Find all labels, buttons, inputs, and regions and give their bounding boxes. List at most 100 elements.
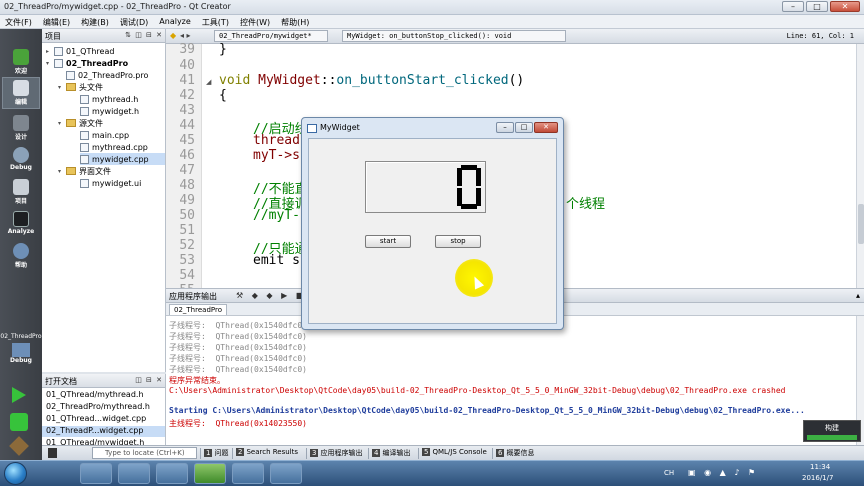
header-file-icon — [80, 106, 89, 116]
menu-edit[interactable]: 编辑(E) — [38, 15, 76, 28]
taskbar-app-icon[interactable] — [156, 463, 188, 484]
mywidget-maximize-button[interactable]: □ — [515, 122, 533, 133]
debug-run-icon[interactable] — [10, 413, 28, 431]
window-controls: – □ ✕ — [782, 1, 860, 12]
line-gutter: 39 40 41 42 43 44 45 46 47 48 49 50 51 5… — [166, 42, 202, 298]
mode-debug[interactable]: Debug — [2, 145, 40, 177]
code-line: } — [219, 42, 227, 57]
clock-date[interactable]: 2016/1/7 — [802, 474, 833, 482]
scrollbar-thumb[interactable] — [858, 204, 864, 244]
target-config: Debug — [10, 357, 32, 364]
tree-item[interactable]: ▾ 源文件 — [58, 117, 103, 129]
project-pane-header: 项目 ⇅ ◫ ⊟ ✕ — [42, 29, 165, 43]
open-document-item[interactable]: 02_ThreadP...widget.cpp — [42, 426, 165, 437]
cpp-file-icon — [80, 142, 89, 152]
menu-file[interactable]: 文件(F) — [0, 15, 38, 28]
window-icon — [307, 124, 317, 133]
tree-item[interactable]: 02_ThreadPro.pro — [66, 69, 148, 81]
build-progress-label: 构建 — [825, 424, 839, 432]
pane-compile-output[interactable]: 4 编译输出 — [368, 448, 413, 459]
menu-build[interactable]: 构建(B) — [76, 15, 115, 28]
tree-item[interactable]: ▾ 02_ThreadPro — [46, 57, 128, 69]
output-line: 程序异常结束。 — [169, 376, 225, 385]
mode-projects[interactable]: 项目 — [2, 177, 40, 209]
build-progress: 构建 — [803, 420, 861, 442]
minimize-button[interactable]: – — [782, 1, 804, 12]
line-number: 43 — [179, 103, 195, 118]
mode-edit[interactable]: 编辑 — [2, 77, 40, 109]
tree-item[interactable]: ▾ 头文件 — [58, 81, 103, 93]
pane-qml-console[interactable]: 5 QML/JS Console — [418, 448, 490, 459]
mode-analyze[interactable]: Analyze — [2, 209, 40, 241]
taskbar-app-icon[interactable] — [270, 463, 302, 484]
run-icon[interactable] — [12, 387, 26, 403]
menu-bar: 文件(F) 编辑(E) 构建(B) 调试(D) Analyze 工具(T) 控件… — [0, 15, 864, 29]
pane-tools-icon[interactable]: ◫ ⊟ ✕ — [135, 376, 163, 384]
fold-marker-icon[interactable]: ◢ — [206, 78, 211, 86]
maximize-pane-icon[interactable]: ▴ — [856, 291, 860, 300]
tree-item[interactable]: mywidget.cpp — [80, 153, 165, 165]
open-document-item[interactable]: 01_QThread/mythread.h — [46, 390, 144, 401]
pane-general-messages[interactable]: 6 概要信息 — [492, 448, 537, 459]
line-number: 44 — [179, 118, 195, 133]
line-number: 50 — [179, 208, 195, 223]
bookmark-icon[interactable]: ◆ — [170, 31, 176, 40]
mywidget-close-button[interactable]: ✕ — [534, 122, 558, 133]
tree-item[interactable]: mywidget.ui — [80, 177, 141, 189]
qt-creator-taskbar-icon[interactable] — [194, 463, 226, 484]
mode-design[interactable]: 设计 — [2, 113, 40, 145]
tray-icons[interactable]: ▣ ◉ ▲ ♪ ⚑ — [688, 468, 758, 477]
application-output[interactable]: 子线程号: QThread(0x1540dfc0) 子线程号: QThread(… — [166, 316, 856, 445]
mode-welcome[interactable]: 欢迎 — [2, 47, 40, 79]
menu-tools[interactable]: 工具(T) — [197, 15, 235, 28]
nav-arrows-icon[interactable]: ◂ ▸ — [180, 31, 191, 40]
output-line: 子线程号: QThread(0x1540dfc0) — [169, 332, 307, 341]
close-button[interactable]: ✕ — [830, 1, 860, 12]
pane-tools-icon[interactable]: ⇅ ◫ ⊟ ✕ — [125, 31, 163, 39]
line-number: 40 — [179, 58, 195, 73]
taskbar-app-icon[interactable] — [80, 463, 112, 484]
code-line: thread — [253, 133, 300, 148]
tree-item[interactable]: main.cpp — [80, 129, 129, 141]
lcd-digit-zero — [457, 165, 481, 209]
tree-item[interactable]: mythread.cpp — [80, 141, 148, 153]
output-tools-icon[interactable]: ⚒ ◆ ◆ ▶ ■ — [236, 291, 306, 300]
maximize-button[interactable]: □ — [806, 1, 828, 12]
line-number: 39 — [179, 42, 195, 57]
menu-analyze[interactable]: Analyze — [154, 15, 197, 28]
mode-help[interactable]: 帮助 — [2, 241, 40, 273]
menu-debug[interactable]: 调试(D) — [115, 15, 154, 28]
tree-item[interactable]: ▾ 界面文件 — [58, 165, 111, 177]
output-tab[interactable]: 02_ThreadPro — [169, 304, 227, 315]
stop-button[interactable]: stop — [435, 235, 481, 248]
menu-help[interactable]: 帮助(H) — [276, 15, 315, 28]
function-selector[interactable]: MyWidget: on_buttonStop_clicked(): void — [342, 30, 566, 42]
build-hammer-icon[interactable] — [9, 436, 29, 456]
clock-time[interactable]: 11:34 — [810, 463, 830, 471]
open-document-item[interactable]: 02_ThreadPro/mythread.h — [46, 402, 150, 413]
pane-app-output[interactable]: 3 应用程序输出 — [306, 448, 365, 459]
ime-indicator[interactable]: CH — [664, 469, 674, 477]
line-number: 41 — [179, 73, 195, 88]
start-button[interactable] — [4, 462, 27, 485]
start-button[interactable]: start — [365, 235, 411, 248]
tree-item[interactable]: mywidget.h — [80, 105, 139, 117]
locate-input[interactable]: Type to locate (Ctrl+K) — [92, 447, 197, 459]
target-selector[interactable]: 02_ThreadPro Debug — [0, 333, 42, 379]
line-number: 42 — [179, 88, 195, 103]
sidebar-toggle-icon[interactable] — [48, 448, 57, 458]
mywidget-window: MyWidget – □ ✕ 0 start stop — [301, 117, 564, 330]
pane-search-results[interactable]: 2 Search Results — [232, 448, 301, 459]
taskbar-app-icon[interactable] — [118, 463, 150, 484]
mywidget-minimize-button[interactable]: – — [496, 122, 514, 133]
pane-issues[interactable]: 1 问题 — [200, 448, 231, 459]
file-selector[interactable]: 02_ThreadPro/mywidget* — [214, 30, 328, 42]
line-number: 54 — [179, 268, 195, 283]
tree-item[interactable]: mythread.h — [80, 93, 138, 105]
editor-scrollbar[interactable] — [856, 44, 864, 288]
tree-item[interactable]: ▸ 01_QThread — [46, 45, 114, 57]
taskbar-app-icon[interactable] — [232, 463, 264, 484]
open-document-item[interactable]: 01_QThread...widget.cpp — [46, 414, 146, 425]
menu-widgets[interactable]: 控件(W) — [235, 15, 276, 28]
chevron-down-icon: ▾ — [58, 119, 62, 127]
